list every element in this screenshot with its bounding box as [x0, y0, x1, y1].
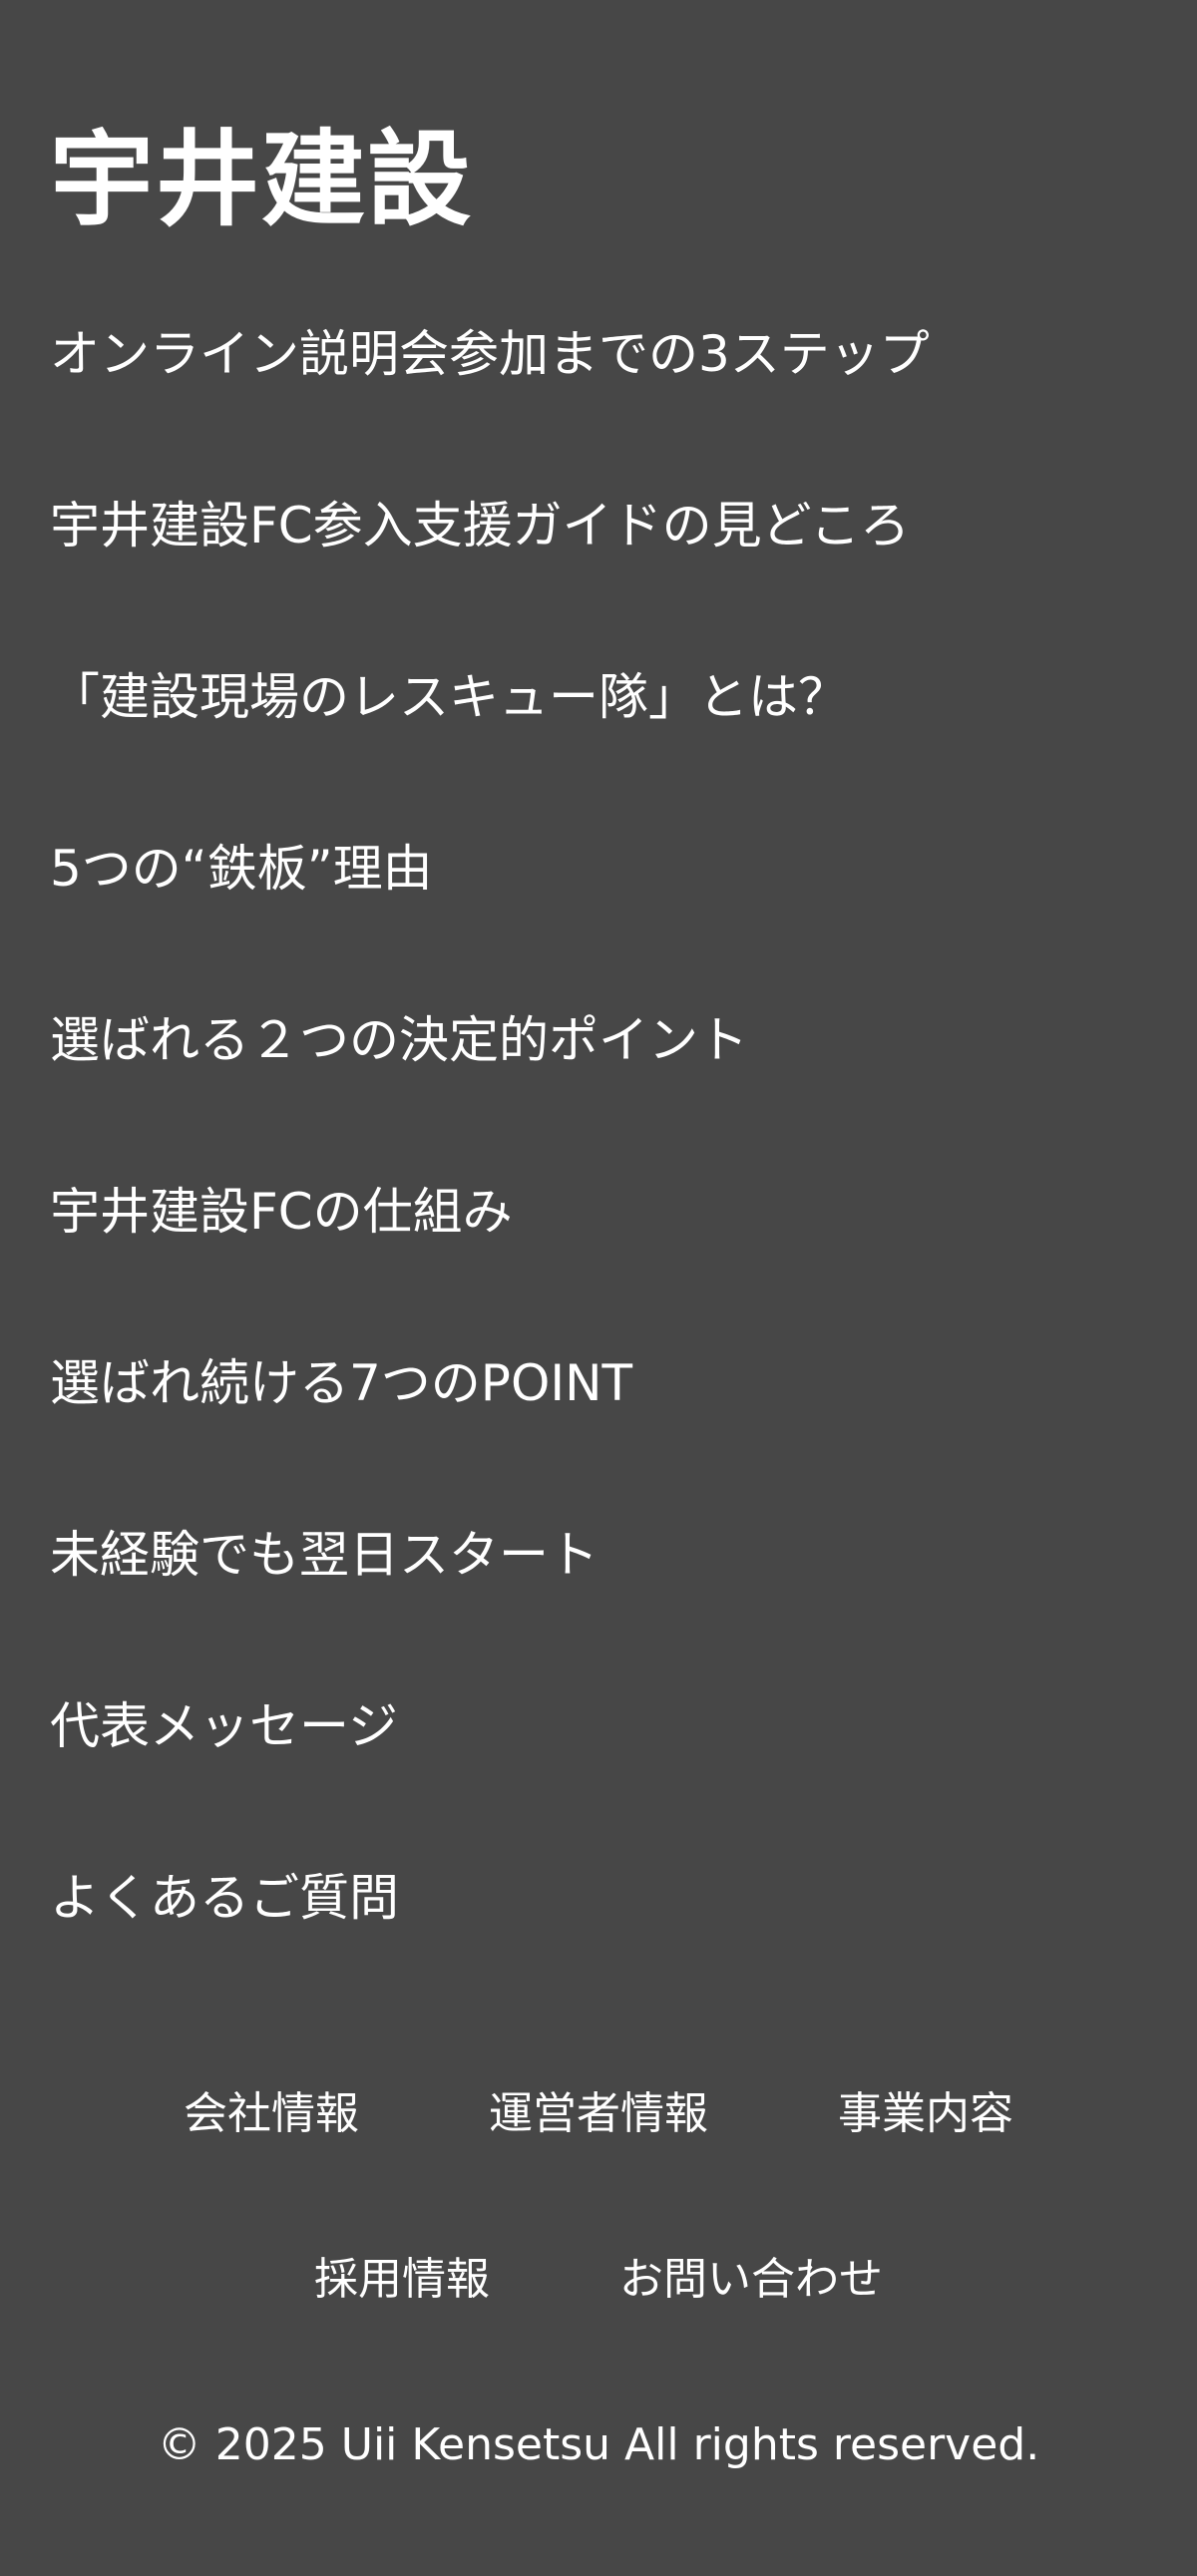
page: 宇井建設 オンライン説明会参加までの3ステップ 宇井建設FC参入支援ガイドの見ど… [0, 0, 1197, 2576]
menu-link-rescue-team[interactable]: 「建設現場のレスキュー隊」とは？ [50, 642, 1147, 752]
site-logo[interactable]: 宇井建設 [50, 110, 473, 249]
menu-link-fc-system[interactable]: 宇井建設FCの仕組み [50, 1157, 1147, 1267]
footer-nav-row-2: 採用情報 お問い合わせ [0, 2240, 1197, 2320]
menu-item: 5つの“鉄板”理由 [50, 814, 1147, 985]
menu-link-5-reasons[interactable]: 5つの“鉄板”理由 [50, 814, 1147, 923]
menu-item: 選ばれる２つの決定的ポイント [50, 985, 1147, 1157]
copyright: © 2025 Uii Kensetsu All rights reserved. [157, 2419, 1040, 2470]
menu-item: 未経験でも翌日スタート [50, 1500, 1147, 1671]
menu-link-2-points[interactable]: 選ばれる２つの決定的ポイント [50, 985, 1147, 1095]
menu-list: オンライン説明会参加までの3ステップ 宇井建設FC参入支援ガイドの見どころ 「建… [50, 299, 1147, 2015]
footer-link-business[interactable]: 事業内容 [838, 2074, 1013, 2154]
menu-item: 代表メッセージ [50, 1671, 1147, 1843]
footer-nav-row-1: 会社情報 運営者情報 事業内容 [0, 2074, 1197, 2154]
menu-item: 「建設現場のレスキュー隊」とは？ [50, 642, 1147, 814]
menu-link-3-steps[interactable]: オンライン説明会参加までの3ステップ [50, 299, 1147, 409]
menu-link-ceo-message[interactable]: 代表メッセージ [50, 1671, 1147, 1781]
menu-link-next-day-start[interactable]: 未経験でも翌日スタート [50, 1500, 1147, 1610]
menu-item: 宇井建設FCの仕組み [50, 1157, 1147, 1328]
menu-link-faq[interactable]: よくあるご質問 [50, 1843, 1147, 1953]
menu-item: 宇井建設FC参入支援ガイドの見どころ [50, 471, 1147, 642]
menu-link-guide-highlights[interactable]: 宇井建設FC参入支援ガイドの見どころ [50, 471, 1147, 580]
footer-link-company-info[interactable]: 会社情報 [184, 2074, 359, 2154]
footer-link-contact[interactable]: お問い合わせ [619, 2240, 883, 2320]
menu-item: 選ばれ続ける7つのPOINT [50, 1328, 1147, 1500]
footer-link-operator-info[interactable]: 運営者情報 [489, 2074, 708, 2154]
menu-item: オンライン説明会参加までの3ステップ [50, 299, 1147, 471]
footer-link-recruit[interactable]: 採用情報 [314, 2240, 490, 2320]
menu-link-7-points[interactable]: 選ばれ続ける7つのPOINT [50, 1328, 1147, 1438]
menu-item: よくあるご質問 [50, 1843, 1147, 2015]
